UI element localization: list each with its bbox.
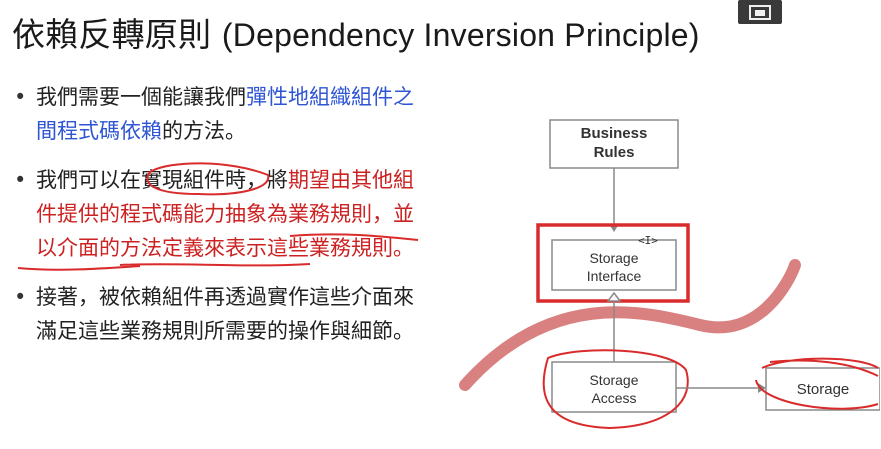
svg-text:<I>: <I> (638, 234, 658, 247)
storage-interface-box: <I> Storage Interface (551, 234, 677, 291)
storage-access-box: Storage Access (551, 361, 677, 413)
business-rules-box: Business Rules (549, 119, 679, 169)
svg-text:Business: Business (581, 125, 648, 142)
implements-arrow-icon (606, 291, 622, 302)
svg-text:Rules: Rules (594, 144, 635, 161)
svg-text:Storage: Storage (589, 372, 638, 388)
underline-annotation-3 (289, 233, 419, 241)
circle-annotation (146, 162, 270, 196)
underline-annotation-1 (17, 265, 141, 271)
svg-text:Access: Access (591, 390, 636, 406)
svg-text:Interface: Interface (587, 268, 642, 284)
underline-annotation-2 (119, 263, 311, 267)
svg-text:Storage: Storage (797, 381, 850, 398)
svg-text:Storage: Storage (589, 250, 638, 266)
architecture-diagram: Business Rules <I> Storage Interface Sto… (459, 119, 880, 430)
storage-box: Storage (765, 367, 880, 411)
